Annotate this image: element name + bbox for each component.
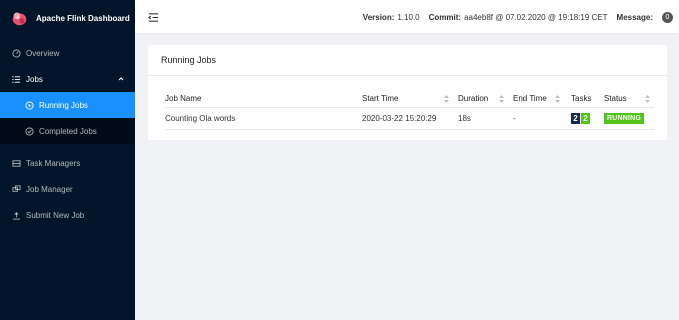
dashboard-icon (11, 48, 21, 58)
sidebar-item-completed-jobs[interactable]: Completed Jobs (0, 118, 135, 144)
message-label: Message: (616, 12, 653, 22)
sidebar-item-job-manager[interactable]: Job Manager (0, 176, 135, 202)
message-count-badge[interactable]: 0 (662, 11, 673, 23)
tasks-total-badge: 2 (571, 113, 580, 124)
hdd-icon (11, 158, 21, 168)
top-header: Version: 1.10.0 Commit: aa4eb8f @ 07.02.… (135, 0, 679, 34)
sidebar-item-label: Running Jobs (39, 100, 88, 110)
menu-fold-icon[interactable] (148, 10, 159, 22)
sidebar: Apache Flink Dashboard Overview Jobs Run… (0, 0, 135, 320)
commit-value: aa4eb8f @ 07.02.2020 @ 19:18:19 CET (464, 12, 608, 22)
table-header: Job Name Start Time Duration End Time Ta… (165, 90, 654, 108)
column-header-tasks[interactable]: Tasks (571, 90, 591, 107)
app-title: Apache Flink Dashboard (36, 13, 130, 23)
sidebar-item-label: Jobs (26, 74, 43, 84)
status-cell: RUNNING (604, 108, 645, 129)
play-circle-icon (24, 100, 34, 110)
jobs-table: Job Name Start Time Duration End Time Ta… (165, 90, 654, 130)
upload-icon (11, 210, 21, 220)
sidebar-item-task-managers[interactable]: Task Managers (0, 150, 135, 176)
commit-label: Commit: (428, 12, 462, 22)
job-name-cell: Counting Ola words (165, 114, 236, 123)
sidebar-menu: Overview Jobs Running Jobs Completed Job… (0, 40, 135, 228)
check-circle-icon (24, 126, 34, 136)
sort-icon[interactable] (499, 95, 504, 103)
column-header-start-time[interactable]: Start Time (362, 90, 398, 107)
sidebar-item-label: Job Manager (26, 184, 73, 194)
sidebar-item-running-jobs[interactable]: Running Jobs (0, 92, 135, 118)
brand[interactable]: Apache Flink Dashboard (0, 0, 135, 36)
sort-icon[interactable] (444, 95, 449, 103)
sort-icon[interactable] (555, 95, 560, 103)
card-title: Running Jobs (148, 45, 667, 76)
duration-cell: 18s (458, 114, 471, 123)
list-icon (11, 74, 21, 84)
sidebar-item-submit-new-job[interactable]: Submit New Job (0, 202, 135, 228)
version-value: 1.10.0 (397, 12, 420, 22)
sidebar-item-overview[interactable]: Overview (0, 40, 135, 66)
start-time-cell: 2020-03-22 15:20:29 (362, 114, 437, 123)
sidebar-item-label: Task Managers (26, 158, 81, 168)
sort-icon[interactable] (645, 95, 650, 103)
end-time-cell: - (513, 114, 516, 123)
sidebar-item-label: Overview (26, 48, 60, 58)
chevron-up-icon (117, 75, 125, 83)
column-header-duration[interactable]: Duration (458, 90, 488, 107)
sidebar-item-jobs[interactable]: Jobs (0, 66, 135, 92)
column-header-end-time[interactable]: End Time (513, 90, 547, 107)
cluster-icon (11, 184, 21, 194)
tasks-running-badge: 2 (581, 113, 590, 124)
column-header-job-name[interactable]: Job Name (165, 90, 201, 107)
sidebar-item-label: Completed Jobs (39, 126, 97, 136)
flink-logo-icon (12, 12, 27, 25)
table-row[interactable]: Counting Ola words 2020-03-22 15:20:29 1… (165, 108, 654, 130)
header-info: Version: 1.10.0 Commit: aa4eb8f @ 07.02.… (363, 0, 673, 34)
version-label: Version: (362, 12, 395, 22)
column-header-status[interactable]: Status (604, 90, 627, 107)
sidebar-item-label: Submit New Job (26, 210, 85, 220)
status-badge: RUNNING (604, 113, 645, 124)
running-jobs-card: Running Jobs Job Name Start Time Duratio… (148, 45, 667, 140)
tasks-cell: 2 2 (571, 108, 591, 129)
